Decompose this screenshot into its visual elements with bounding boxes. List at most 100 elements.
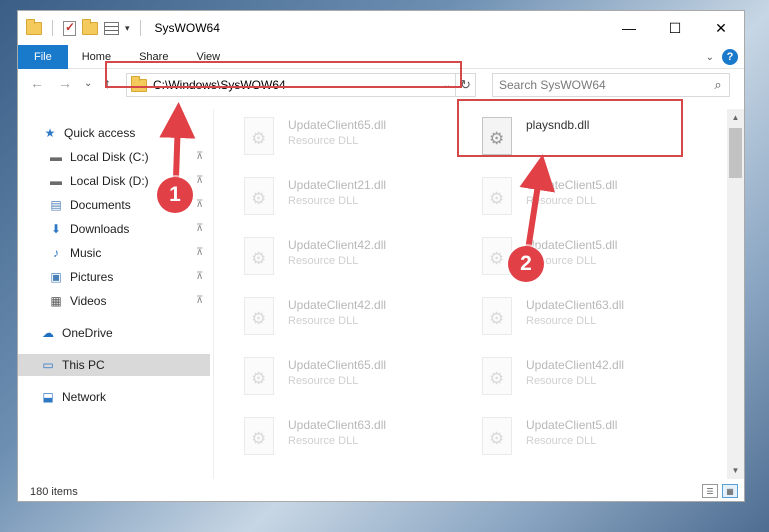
sidebar-item-pictures[interactable]: ▣ Pictures xyxy=(48,266,113,288)
sidebar-item-label: Local Disk (C:) xyxy=(70,150,149,164)
file-item[interactable]: UpdateClient65.dll Resource DLL xyxy=(240,115,460,167)
scroll-up-icon[interactable]: ▲ xyxy=(727,109,744,126)
network-icon: ⬓ xyxy=(42,390,54,404)
pin-icon: ⊼ xyxy=(196,175,204,186)
file-type: Resource DLL xyxy=(288,435,359,447)
vertical-scrollbar[interactable]: ▲ ▼ xyxy=(727,109,744,479)
pin-icon: ⊼ xyxy=(196,295,204,306)
sidebar-item-label: Videos xyxy=(70,294,107,308)
properties-check-icon[interactable] xyxy=(63,20,76,36)
step-2-badge: 2 xyxy=(508,246,544,282)
sidebar-item-local-disk-c[interactable]: ▬ Local Disk (C:) xyxy=(48,146,149,168)
file-name: UpdateClient5.dll xyxy=(526,178,618,192)
drive-icon: ▬ xyxy=(50,174,62,188)
sidebar-item-label: Network xyxy=(62,390,107,404)
file-name: UpdateClient42.dll xyxy=(288,238,387,252)
divider xyxy=(139,20,141,36)
item-count: 180 items xyxy=(30,486,78,498)
file-item[interactable]: UpdateClient42.dll Resource DLL xyxy=(478,355,698,407)
navigation-pane: ★ Quick access ▬ Local Disk (C:) ⊼ ▬ Local Dis… xyxy=(18,109,214,479)
back-arrow-icon[interactable]: ← xyxy=(30,75,44,91)
search-input[interactable] xyxy=(499,78,707,92)
file-item[interactable]: UpdateClient65.dll Resource DLL xyxy=(240,355,460,407)
sidebar-item-local-disk-d[interactable]: ▬ Local Disk (D:) xyxy=(48,170,149,192)
pin-icon: ⊼ xyxy=(196,247,204,258)
scroll-down-icon[interactable]: ▼ xyxy=(727,462,744,479)
sidebar-item-label: Local Disk (D:) xyxy=(70,174,149,188)
recent-locations-icon[interactable]: ⌄ xyxy=(84,78,92,89)
window-title: SysWOW64 xyxy=(154,21,220,35)
close-button[interactable]: ✕ xyxy=(698,11,744,45)
pin-icon: ⊼ xyxy=(196,223,204,234)
sidebar-item-label: This PC xyxy=(62,358,105,372)
properties-icon[interactable] xyxy=(104,21,119,35)
sidebar-item-label: OneDrive xyxy=(62,326,113,340)
file-name: UpdateClient42.dll xyxy=(288,298,387,312)
address-highlight-box xyxy=(105,61,462,88)
file-name: UpdateClient63.dll xyxy=(526,298,625,312)
dll-file-icon xyxy=(240,235,280,279)
sidebar-item-onedrive[interactable]: ☁ OneDrive xyxy=(40,322,113,344)
dll-file-icon xyxy=(478,355,518,399)
drive-icon: ▬ xyxy=(50,150,62,164)
music-icon: ♪ xyxy=(53,246,59,260)
large-icons-view-icon[interactable]: ▦ xyxy=(722,484,738,498)
file-item[interactable]: UpdateClient42.dll Resource DLL xyxy=(240,235,460,287)
this-pc-icon: ▭ xyxy=(42,358,54,372)
sidebar-item-music[interactable]: ♪ Music xyxy=(48,242,101,264)
file-list: UpdateClient65.dllResource DLLplaysndb.d… xyxy=(222,109,728,479)
file-item[interactable]: UpdateClient42.dll Resource DLL xyxy=(240,295,460,347)
star-icon: ★ xyxy=(44,126,56,140)
file-type: Resource DLL xyxy=(288,375,359,387)
file-type: Resource DLL xyxy=(526,435,597,447)
divider xyxy=(52,20,53,36)
sidebar-item-label: Documents xyxy=(70,198,131,212)
maximize-button[interactable]: ☐ xyxy=(652,11,698,45)
search-box[interactable]: ⌕ xyxy=(492,73,730,97)
view-toggle: ☰ ▦ xyxy=(702,484,738,498)
sidebar-item-documents[interactable]: ▤ Documents xyxy=(48,194,131,216)
file-item[interactable]: UpdateClient5.dll Resource DLL xyxy=(478,415,698,467)
downloads-icon: ⬇ xyxy=(50,222,62,236)
title-bar: ▾ SysWOW64 — ☐ ✕ xyxy=(18,11,744,45)
forward-arrow-icon[interactable]: → xyxy=(58,75,72,91)
ribbon-right-controls: ⌄ ? xyxy=(706,49,738,65)
dll-file-icon xyxy=(240,175,280,219)
sidebar-item-label: Quick access xyxy=(64,126,136,140)
sidebar-item-network[interactable]: ⬓ Network xyxy=(40,386,106,408)
file-type: Resource DLL xyxy=(288,255,359,267)
file-name: UpdateClient21.dll xyxy=(288,178,387,192)
tab-file[interactable]: File xyxy=(18,44,68,69)
minimize-button[interactable]: — xyxy=(606,11,652,45)
file-type: Resource DLL xyxy=(526,315,597,327)
help-icon[interactable]: ? xyxy=(722,49,738,65)
search-icon[interactable]: ⌕ xyxy=(707,77,729,93)
sidebar-item-label: Pictures xyxy=(70,270,114,284)
sidebar-item-this-pc[interactable]: ▭ This PC xyxy=(18,354,210,376)
file-name: UpdateClient63.dll xyxy=(288,418,387,432)
sidebar-item-downloads[interactable]: ⬇ Downloads xyxy=(48,218,129,240)
pin-icon: ⊼ xyxy=(196,199,204,210)
file-item[interactable]: UpdateClient63.dll Resource DLL xyxy=(240,415,460,467)
customize-toolbar-arrow-icon[interactable]: ▾ xyxy=(125,23,130,34)
sidebar-item-label: Downloads xyxy=(70,222,130,236)
scroll-thumb[interactable] xyxy=(729,128,742,178)
documents-icon: ▤ xyxy=(50,198,62,212)
dll-file-icon xyxy=(478,175,518,219)
folder-icon xyxy=(26,18,42,35)
file-item[interactable]: UpdateClient5.dll Resource DLL xyxy=(478,175,698,227)
quick-access-toolbar: ▾ SysWOW64 xyxy=(18,18,220,36)
sidebar-item-label: Music xyxy=(70,246,102,260)
sidebar-item-videos[interactable]: ▦ Videos xyxy=(48,290,106,312)
file-name: UpdateClient42.dll xyxy=(526,358,625,372)
dll-file-icon xyxy=(240,415,280,459)
sidebar-item-quick-access[interactable]: ★ Quick access xyxy=(42,122,136,144)
expand-ribbon-icon[interactable]: ⌄ xyxy=(706,52,714,63)
file-name: UpdateClient5.dll xyxy=(526,238,618,252)
details-view-icon[interactable]: ☰ xyxy=(702,484,718,498)
dll-file-icon xyxy=(240,355,280,399)
file-item[interactable]: UpdateClient63.dll Resource DLL xyxy=(478,295,698,347)
new-folder-icon[interactable] xyxy=(82,18,98,35)
file-item[interactable]: UpdateClient21.dll Resource DLL xyxy=(240,175,460,227)
status-bar: 180 items ☰ ▦ xyxy=(18,481,744,503)
